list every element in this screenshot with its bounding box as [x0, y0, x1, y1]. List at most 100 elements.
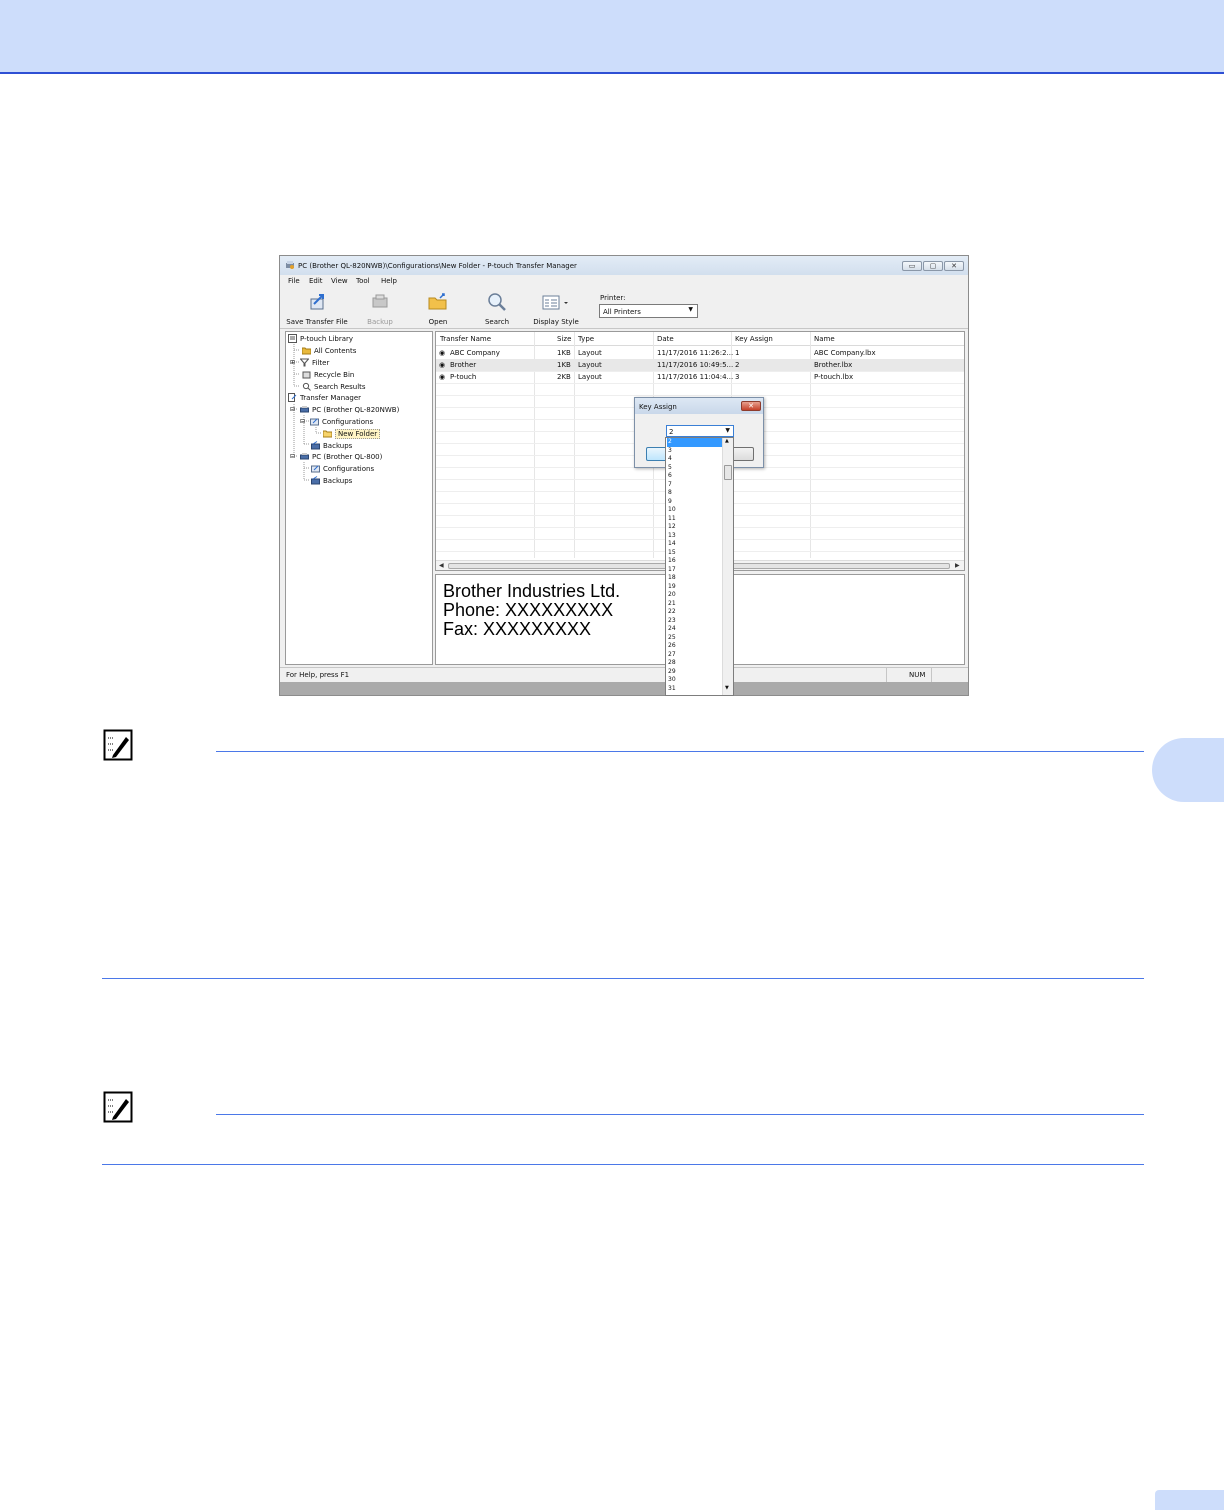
key-assign-select[interactable]: 2 ▼: [666, 425, 734, 437]
scroll-left-icon[interactable]: ◀: [439, 562, 444, 569]
table-row[interactable]: ◉ P-touch 2KB Layout 11/17/2016 11:04:4.…: [436, 371, 964, 383]
recycle-bin-icon: [302, 371, 311, 379]
expand-plus-icon[interactable]: ⊞: [290, 359, 300, 366]
dropdown-option[interactable]: 31: [667, 685, 722, 694]
tree-item-new-folder[interactable]: New Folder: [323, 428, 381, 439]
column-date[interactable]: Date: [657, 335, 674, 343]
search-button[interactable]: Search: [482, 291, 512, 327]
minimize-button[interactable]: ▭: [902, 261, 922, 271]
window-title: PC (Brother QL-820NWB)\Configurations\Ne…: [298, 262, 577, 270]
dropdown-option[interactable]: 24: [667, 625, 722, 634]
column-key-assign[interactable]: Key Assign: [735, 335, 773, 343]
dialog-close-button[interactable]: ✕: [741, 401, 761, 411]
dropdown-option[interactable]: 22: [667, 608, 722, 617]
dropdown-scrollbar[interactable]: ▲ ▼: [722, 438, 733, 695]
note-pencil-icon: [103, 729, 133, 761]
open-button[interactable]: Open: [423, 291, 453, 327]
backups-icon: [311, 476, 320, 485]
scroll-thumb[interactable]: [724, 465, 732, 480]
maximize-button[interactable]: ▢: [923, 261, 943, 271]
menu-edit[interactable]: Edit: [309, 277, 323, 285]
list-header: Transfer Name Size Type Date Key Assign …: [436, 332, 964, 346]
search-label: Search: [484, 318, 510, 326]
tree-item-configurations-ql800[interactable]: Configurations: [311, 463, 374, 474]
dropdown-option[interactable]: 13: [667, 532, 722, 541]
dropdown-option[interactable]: 6: [667, 472, 722, 481]
column-transfer-name[interactable]: Transfer Name: [440, 335, 491, 343]
open-label: Open: [428, 318, 448, 326]
tree-item-pc-ql800[interactable]: ⊟ PC (Brother QL-800): [290, 451, 382, 462]
dropdown-option[interactable]: 11: [667, 515, 722, 524]
column-name[interactable]: Name: [814, 335, 835, 343]
dialog-title: Key Assign: [639, 403, 677, 411]
scroll-right-icon[interactable]: ▶: [955, 562, 960, 569]
dropdown-option[interactable]: 18: [667, 574, 722, 583]
dropdown-option[interactable]: 28: [667, 659, 722, 668]
key-assign-dropdown: 2 3 4 5 6 7 8 9 10 11 12 13 14 15 16 17 18 19 20 21 22 23 24 25…: [665, 437, 734, 696]
menu-file[interactable]: File: [288, 277, 300, 285]
dropdown-option[interactable]: 12: [667, 523, 722, 532]
dropdown-option[interactable]: 14: [667, 540, 722, 549]
status-bar: For Help, press F1 NUM: [280, 667, 968, 682]
dropdown-option[interactable]: 23: [667, 617, 722, 626]
column-type[interactable]: Type: [578, 335, 594, 343]
tree-item-pc-ql820nwb[interactable]: ⊟ PC (Brother QL-820NWB): [290, 404, 399, 415]
app-icon: [286, 261, 294, 269]
transfer-manager-window: PC (Brother QL-820NWB)\Configurations\Ne…: [279, 255, 969, 696]
tree-item-all-contents[interactable]: All Contents: [302, 345, 356, 356]
tree-item-backups-ql800[interactable]: Backups: [311, 475, 352, 486]
dropdown-option[interactable]: 10: [667, 506, 722, 515]
scroll-down-icon[interactable]: ▼: [725, 685, 729, 691]
table-row[interactable]: ◉ ABC Company 1KB Layout 11/17/2016 11:2…: [436, 347, 964, 359]
toolbar: Save Transfer File Backup Open Search Di…: [280, 287, 968, 329]
dropdown-option[interactable]: 26: [667, 642, 722, 651]
close-button[interactable]: ✕: [944, 261, 964, 271]
scroll-up-icon[interactable]: ▲: [725, 438, 729, 444]
display-style-button[interactable]: Display Style: [532, 291, 580, 327]
collapse-minus-icon[interactable]: ⊟: [290, 406, 300, 413]
tree-item-backups[interactable]: Backups: [311, 440, 352, 451]
tree-item-configurations[interactable]: ⊟ Configurations: [300, 416, 373, 427]
collapse-minus-icon[interactable]: ⊟: [290, 453, 300, 460]
collapse-minus-icon[interactable]: ⊟: [300, 418, 310, 425]
dropdown-option[interactable]: 5: [667, 464, 722, 473]
dropdown-option[interactable]: 27: [667, 651, 722, 660]
folder-icon: [302, 347, 311, 355]
tree-item-filter[interactable]: ⊞ Filter: [290, 357, 329, 368]
chapter-tab: [1152, 738, 1224, 802]
dropdown-option[interactable]: 21: [667, 600, 722, 609]
backups-icon: [311, 441, 320, 450]
tree-item-recycle-bin[interactable]: Recycle Bin: [302, 369, 354, 380]
menu-view[interactable]: View: [331, 277, 348, 285]
backup-button[interactable]: Backup: [360, 291, 400, 327]
dropdown-option[interactable]: 20: [667, 591, 722, 600]
dropdown-option[interactable]: 3: [667, 447, 722, 456]
dropdown-option[interactable]: 25: [667, 634, 722, 643]
dropdown-option[interactable]: 15: [667, 549, 722, 558]
folder-icon: [323, 430, 332, 438]
dropdown-option[interactable]: 17: [667, 566, 722, 575]
printer-select[interactable]: All Printers ▼: [599, 304, 698, 318]
save-transfer-file-button[interactable]: Save Transfer File: [285, 291, 349, 327]
display-style-icon: [542, 295, 568, 310]
dropdown-option[interactable]: 16: [667, 557, 722, 566]
dropdown-option[interactable]: 9: [667, 498, 722, 507]
tree-item-ptouch-library[interactable]: P-touch Library: [288, 333, 353, 344]
chevron-down-icon: ▼: [725, 427, 730, 434]
dropdown-option[interactable]: 7: [667, 481, 722, 490]
printer-select-value: All Printers: [603, 308, 641, 316]
menu-help[interactable]: Help: [381, 277, 397, 285]
dropdown-option[interactable]: 8: [667, 489, 722, 498]
dropdown-option[interactable]: 30: [667, 676, 722, 685]
dropdown-option[interactable]: 19: [667, 583, 722, 592]
search-results-icon: [302, 382, 311, 391]
dropdown-option[interactable]: 29: [667, 668, 722, 677]
dropdown-option[interactable]: 2: [667, 438, 722, 447]
column-size[interactable]: Size: [557, 335, 571, 343]
table-row[interactable]: ◉ Brother 1KB Layout 11/17/2016 10:49:5.…: [436, 359, 964, 371]
tree-item-search-results[interactable]: Search Results: [302, 381, 366, 392]
printer-icon: [300, 453, 309, 460]
dropdown-option[interactable]: 4: [667, 455, 722, 464]
menu-tool[interactable]: Tool: [356, 277, 370, 285]
tree-item-transfer-manager[interactable]: Transfer Manager: [288, 392, 361, 403]
